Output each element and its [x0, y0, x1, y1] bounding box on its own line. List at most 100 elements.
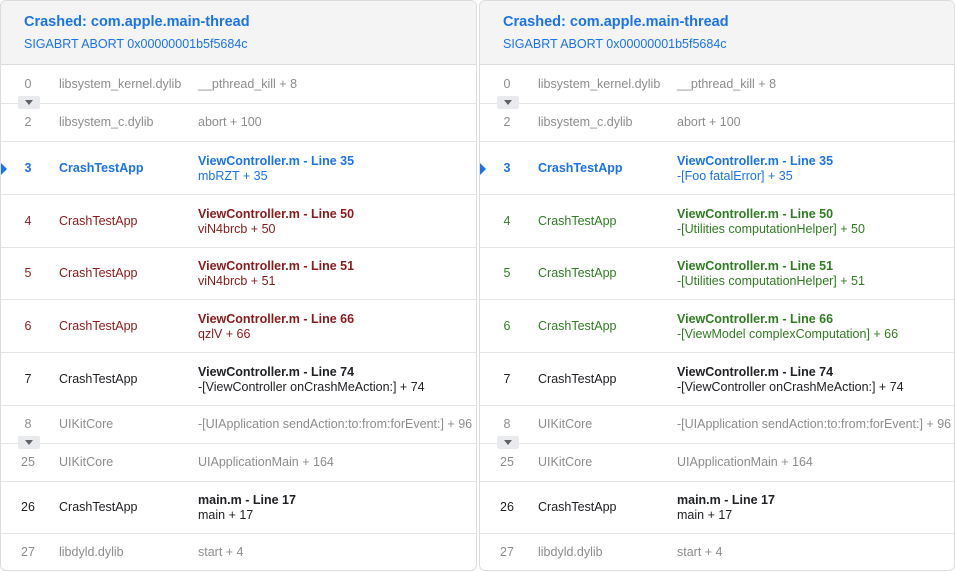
frame-symbol: -[Utilities computationHelper] + 50: [677, 221, 865, 236]
stack-frame-row[interactable]: 26 CrashTestApp main.m - Line 17 main + 17: [480, 482, 954, 534]
panel-header: Crashed: com.apple.main-thread SIGABRT A…: [480, 1, 954, 65]
frame-source-location[interactable]: ViewController.m - Line 74: [198, 365, 354, 379]
stack-frame-row[interactable]: 2 libsystem_c.dylib abort + 100: [1, 104, 476, 142]
frame-number: 26: [21, 500, 35, 514]
triangle-right-icon: [1, 162, 7, 175]
frame-library: CrashTestApp: [59, 213, 138, 228]
stack-frame-row[interactable]: 7 CrashTestApp ViewController.m - Line 74-…: [480, 353, 954, 406]
frame-library: CrashTestApp: [59, 318, 138, 333]
frame-number: 27: [21, 545, 35, 559]
frame-library: CrashTestApp: [538, 266, 617, 280]
frame-symbol: -[ViewModel complexComputation] + 66: [677, 326, 899, 341]
frame-library: CrashTestApp: [538, 160, 623, 175]
frame-symbol: -[Foo fatalError] + 35: [677, 168, 793, 183]
stack-frame-row[interactable]: 7 CrashTestApp ViewController.m - Line 74-…: [1, 353, 476, 406]
stack-frame-row[interactable]: 3 CrashTestApp ViewController.m - Line 35-…: [480, 142, 954, 195]
frame-library: CrashTestApp: [59, 371, 138, 386]
frame-number: 6: [503, 318, 511, 333]
frame-number: 4: [24, 213, 32, 228]
stack-frame-row[interactable]: 5 CrashTestApp ViewController.m - Line 51-…: [480, 248, 954, 300]
chevron-down-icon[interactable]: [497, 96, 519, 109]
frame-library: UIKitCore: [538, 455, 593, 469]
frame-library: libsystem_kernel.dylib: [538, 76, 661, 91]
stack-frame-row[interactable]: 25 UIKitCore UIApplicationMain + 164: [1, 444, 476, 482]
stack-trace-panel-right: Crashed: com.apple.main-thread SIGABRT A…: [479, 0, 955, 571]
frame-source-location[interactable]: ViewController.m - Line 50: [198, 207, 354, 221]
frame-library: libsystem_c.dylib: [538, 115, 633, 129]
frame-library: libdyld.dylib: [538, 545, 603, 559]
frame-source-location[interactable]: ViewController.m - Line 74: [677, 365, 833, 379]
frame-library: CrashTestApp: [59, 266, 138, 280]
frame-number: 2: [503, 115, 511, 129]
frame-source-location[interactable]: main.m - Line 17: [677, 493, 775, 507]
frame-library: libdyld.dylib: [59, 545, 124, 559]
frame-source-location[interactable]: ViewController.m - Line 51: [677, 259, 833, 273]
frame-library: CrashTestApp: [538, 318, 617, 333]
frame-number: 8: [503, 417, 511, 431]
crash-signal: SIGABRT ABORT 0x00000001b5f5684c: [503, 37, 727, 51]
frame-library: CrashTestApp: [538, 213, 617, 228]
triangle-right-icon: [480, 162, 486, 175]
crash-title: Crashed: com.apple.main-thread: [503, 14, 729, 30]
frame-symbol: main + 17: [677, 508, 733, 522]
chevron-down-icon[interactable]: [18, 436, 40, 449]
stack-frame-row[interactable]: 6 CrashTestApp ViewController.m - Line 66 q…: [1, 300, 476, 353]
frame-symbol: start + 4: [677, 545, 723, 559]
stack-frame-row[interactable]: 2 libsystem_c.dylib abort + 100: [480, 104, 954, 142]
frame-source-location[interactable]: main.m - Line 17: [198, 493, 296, 507]
frame-number: 3: [24, 160, 32, 175]
frame-symbol: qzlV + 66: [198, 326, 251, 341]
frame-library: UIKitCore: [59, 455, 114, 469]
chevron-down-icon[interactable]: [18, 96, 40, 109]
frame-number: 3: [503, 160, 511, 175]
stack-frame-row[interactable]: 4 CrashTestApp ViewController.m - Line 50 v…: [1, 195, 476, 248]
stack-frame-row[interactable]: 27 libdyld.dylib start + 4: [1, 534, 476, 570]
crash-signal: SIGABRT ABORT 0x00000001b5f5684c: [24, 37, 248, 51]
stack-frame-row[interactable]: 5 CrashTestApp ViewController.m - Line 51 v…: [1, 248, 476, 300]
frame-source-location[interactable]: ViewController.m - Line 35: [677, 154, 833, 168]
frame-number: 26: [500, 500, 514, 514]
stack-frame-row[interactable]: 0 libsystem_kernel.dylib __pthread_kill + …: [480, 65, 954, 104]
frame-source-location[interactable]: ViewController.m - Line 51: [198, 259, 354, 273]
frame-number: 8: [24, 417, 32, 431]
stack-frame-row[interactable]: 0 libsystem_kernel.dylib __pthread_kill + …: [1, 65, 476, 104]
crash-title: Crashed: com.apple.main-thread: [24, 14, 250, 30]
frame-symbol: -[UIApplication sendAction:to:from:forEv…: [198, 417, 473, 431]
frame-symbol: UIApplicationMain + 164: [198, 455, 334, 469]
frame-symbol: viN4brcb + 51: [198, 274, 276, 288]
stack-frame-row[interactable]: 4 CrashTestApp ViewController.m - Line 50-…: [480, 195, 954, 248]
stack-frame-row[interactable]: 8 UIKitCore -[UIApplication sendAction:to:…: [480, 406, 954, 444]
chevron-down-icon[interactable]: [497, 436, 519, 449]
frame-number: 0: [24, 76, 32, 91]
frame-symbol: -[ViewController onCrashMeAction:] + 74: [198, 379, 425, 394]
stack-frame-row[interactable]: 27 libdyld.dylib start + 4: [480, 534, 954, 570]
frame-number: 5: [503, 266, 511, 280]
frame-symbol: viN4brcb + 50: [198, 221, 276, 236]
frame-source-location[interactable]: ViewController.m - Line 50: [677, 207, 833, 221]
stack-frame-row[interactable]: 6 CrashTestApp ViewController.m - Line 66-…: [480, 300, 954, 353]
frame-symbol: -[ViewController onCrashMeAction:] + 74: [677, 379, 904, 394]
frame-symbol: __pthread_kill + 8: [198, 76, 298, 91]
frame-source-location[interactable]: ViewController.m - Line 35: [198, 154, 354, 168]
frame-symbol: main + 17: [198, 508, 254, 522]
frame-library: CrashTestApp: [59, 160, 144, 175]
frame-library: UIKitCore: [59, 417, 114, 431]
frame-library: UIKitCore: [538, 417, 593, 431]
stack-trace-panel-left: Crashed: com.apple.main-thread SIGABRT A…: [0, 0, 477, 571]
frame-source-location[interactable]: ViewController.m - Line 66: [677, 312, 833, 326]
frame-library: CrashTestApp: [59, 500, 138, 514]
frame-number: 7: [503, 371, 511, 386]
frame-number: 6: [24, 318, 32, 333]
frame-number: 5: [24, 266, 32, 280]
stack-frame-row[interactable]: 25 UIKitCore UIApplicationMain + 164: [480, 444, 954, 482]
stack-frame-row[interactable]: 3 CrashTestApp ViewController.m - Line 35 m…: [1, 142, 476, 195]
frame-source-location[interactable]: ViewController.m - Line 66: [198, 312, 354, 326]
frame-symbol: -[Utilities computationHelper] + 51: [677, 274, 865, 288]
frame-symbol: -[UIApplication sendAction:to:from:forEv…: [677, 417, 952, 431]
frame-number: 4: [503, 213, 511, 228]
frame-number: 25: [500, 455, 514, 469]
frame-library: libsystem_kernel.dylib: [59, 76, 182, 91]
stack-frame-row[interactable]: 26 CrashTestApp main.m - Line 17 main + 17: [1, 482, 476, 534]
stack-frame-row[interactable]: 8 UIKitCore -[UIApplication sendAction:to:…: [1, 406, 476, 444]
frame-library: libsystem_c.dylib: [59, 115, 154, 129]
